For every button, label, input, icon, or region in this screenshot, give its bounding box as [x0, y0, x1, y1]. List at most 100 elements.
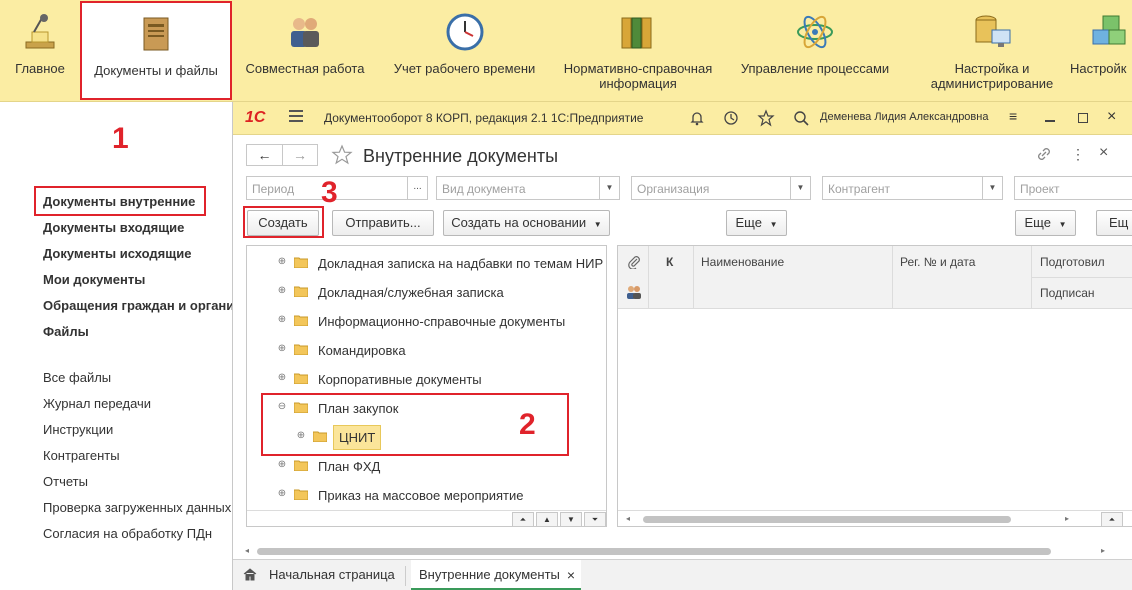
favorites-star-icon[interactable]: [757, 109, 775, 127]
organization-field[interactable]: Организация ▼: [631, 176, 811, 200]
nav-item-appeals[interactable]: Обращения граждан и органи: [43, 298, 232, 313]
tab-home[interactable]: Начальная страница: [243, 560, 395, 590]
column-divider: [648, 246, 649, 308]
tree-row[interactable]: ⊕ Докладная/служебная записка: [247, 278, 587, 307]
project-field[interactable]: Проект: [1014, 176, 1132, 200]
section-time-tracking[interactable]: Учет рабочего времени: [387, 0, 542, 100]
form-title: Внутренние документы: [363, 146, 559, 166]
tree-footer-divider: [247, 510, 606, 511]
section-documents-files[interactable]: Документы и файлы: [80, 1, 232, 100]
menu-icon[interactable]: [289, 110, 303, 122]
search-icon[interactable]: [793, 110, 809, 126]
section-reference-info[interactable]: Нормативно-справочная информация: [560, 0, 716, 100]
attachment-icon[interactable]: [627, 255, 641, 269]
column-divider: [693, 246, 694, 308]
tree-row[interactable]: ⊕ Докладная записка на надбавки по темам…: [247, 249, 603, 278]
scroll-top-icon[interactable]: ⏶: [512, 512, 534, 526]
forward-button[interactable]: →: [282, 144, 318, 166]
nav-item-my-docs[interactable]: Мои документы: [43, 272, 145, 287]
favorite-star-icon[interactable]: [331, 144, 353, 166]
expand-icon[interactable]: ⊕: [277, 344, 287, 354]
tree-item-label: Приказ на массовое мероприятие: [318, 488, 524, 503]
nav-item-files[interactable]: Файлы: [43, 324, 89, 339]
tree-row[interactable]: ⊕ Командировка: [247, 336, 587, 365]
expand-icon[interactable]: ⊕: [277, 460, 287, 470]
nav-item-reports[interactable]: Отчеты: [43, 474, 88, 489]
doc-type-field[interactable]: Вид документа ▼: [436, 176, 620, 200]
tree-item-label: План ФХД: [318, 459, 381, 474]
expand-icon[interactable]: ⊕: [277, 489, 287, 499]
nav-item-contractors[interactable]: Контрагенты: [43, 448, 120, 463]
maximize-icon[interactable]: [1078, 113, 1088, 123]
more-button-extra[interactable]: Ещ: [1096, 210, 1132, 236]
column-signed[interactable]: Подписан: [1040, 286, 1095, 300]
contractor-field[interactable]: Контрагент ▼: [822, 176, 1003, 200]
scroll-up-icon[interactable]: ▲: [536, 512, 558, 526]
create-based-on-button[interactable]: Создать на основании ▼: [443, 210, 610, 236]
tree-row[interactable]: ⊕ План ФХД: [247, 452, 587, 481]
close-tab-icon[interactable]: ×: [567, 560, 575, 590]
tree-item-label: Командировка: [318, 343, 406, 358]
scroll-left-icon[interactable]: ◂: [626, 514, 630, 523]
history-icon[interactable]: [723, 110, 739, 126]
period-select-icon[interactable]: ...: [407, 177, 427, 199]
section-administration[interactable]: Настройка и администрирование: [912, 0, 1072, 100]
more-button-list[interactable]: Еще ▼: [1015, 210, 1076, 236]
expand-icon[interactable]: ⊕: [277, 286, 287, 296]
tree-row[interactable]: ⊕ Информационно-справочные документы: [247, 307, 587, 336]
expand-icon[interactable]: ⊕: [277, 315, 287, 325]
nav-item-pd-consents[interactable]: Согласия на обработку ПДн: [43, 526, 212, 541]
nav-item-transfer-log[interactable]: Журнал передачи: [43, 396, 151, 411]
column-prepared[interactable]: Подготовил: [1040, 255, 1105, 269]
link-icon[interactable]: [1035, 145, 1053, 163]
horizontal-scrollbar[interactable]: [643, 516, 1011, 523]
nav-item-incoming-docs[interactable]: Документы входящие: [43, 220, 184, 235]
user-name[interactable]: Деменева Лидия Александровна: [820, 111, 988, 123]
organization-placeholder: Организация: [637, 182, 710, 196]
main-horizontal-scrollbar[interactable]: [257, 548, 1051, 555]
scroll-right-icon[interactable]: ▸: [1065, 514, 1069, 523]
nav-item-instructions[interactable]: Инструкции: [43, 422, 113, 437]
scroll-right-icon[interactable]: ▸: [1101, 546, 1105, 555]
tab-internal-documents[interactable]: Внутренние документы ×: [411, 560, 581, 590]
nav-item-internal-docs[interactable]: Документы внутренние: [43, 194, 195, 209]
chevron-down-icon[interactable]: ▼: [599, 177, 619, 199]
chevron-down-icon[interactable]: ▼: [790, 177, 810, 199]
tab-home-label: Начальная страница: [269, 567, 395, 582]
section-settings[interactable]: Настройк: [1062, 0, 1132, 100]
column-name[interactable]: Наименование: [701, 255, 784, 269]
folder-icon: [294, 286, 308, 297]
more-button-tree[interactable]: Еще ▼: [726, 210, 787, 236]
back-button[interactable]: ←: [246, 144, 282, 166]
chevron-down-icon: ▼: [769, 220, 778, 229]
window-menu-icon[interactable]: ≡: [1009, 108, 1017, 124]
close-form-icon[interactable]: ×: [1099, 144, 1108, 162]
more-actions-icon[interactable]: ⋮: [1071, 146, 1085, 163]
tree-row[interactable]: ⊕ Приказ на массовое мероприятие: [247, 481, 587, 510]
create-button[interactable]: Создать: [247, 210, 319, 236]
expand-icon[interactable]: ⊕: [277, 257, 287, 267]
tree-item-label: Докладная/служебная записка: [318, 285, 504, 300]
chevron-down-icon[interactable]: ▼: [982, 177, 1002, 199]
scroll-top-icon[interactable]: ⏶: [1101, 512, 1123, 526]
section-collaboration[interactable]: Совместная работа: [240, 0, 370, 100]
nav-item-all-files[interactable]: Все файлы: [43, 370, 111, 385]
column-k[interactable]: К: [666, 255, 673, 269]
section-main[interactable]: Главное: [0, 0, 80, 100]
scroll-bottom-icon[interactable]: ⏷: [584, 512, 606, 526]
expand-icon[interactable]: ⊕: [277, 373, 287, 383]
window-title: Документооборот 8 КОРП, редакция 2.1 1С:…: [324, 111, 644, 125]
section-label: Нормативно-справочная информация: [563, 61, 713, 91]
minimize-icon[interactable]: [1045, 120, 1055, 122]
scroll-down-icon[interactable]: ▼: [560, 512, 582, 526]
nav-item-data-check[interactable]: Проверка загруженных данных: [43, 500, 231, 515]
tree-row[interactable]: ⊕ Корпоративные документы: [247, 365, 587, 394]
scroll-left-icon[interactable]: ◂: [245, 546, 249, 555]
close-window-icon[interactable]: ×: [1107, 108, 1116, 126]
send-button[interactable]: Отправить...: [332, 210, 434, 236]
nav-item-outgoing-docs[interactable]: Документы исходящие: [43, 246, 191, 261]
open-windows-bar: Начальная страница Внутренние документы …: [233, 559, 1132, 590]
bell-icon[interactable]: [689, 110, 705, 126]
section-process-management[interactable]: Управление процессами: [735, 0, 895, 100]
column-reg-number[interactable]: Рег. № и дата: [900, 255, 975, 269]
